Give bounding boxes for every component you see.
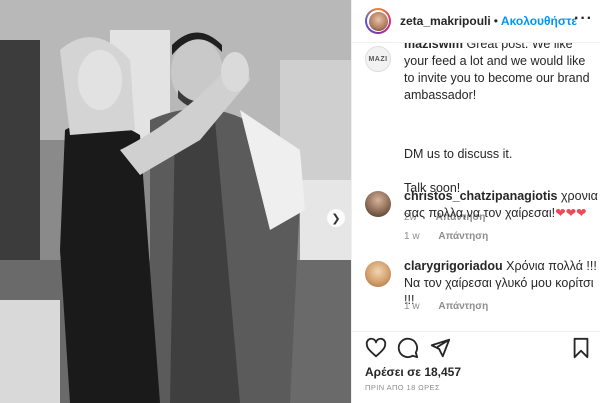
comment-meta: 1 w Απάντηση	[404, 231, 504, 242]
post-photo[interactable]: ❯	[0, 0, 351, 403]
carousel-next-button[interactable]: ❯	[327, 209, 345, 227]
comment-meta: 1 w Απάντηση	[404, 301, 504, 312]
comment-icon[interactable]	[397, 337, 419, 359]
more-options-icon[interactable]: ···	[574, 10, 593, 28]
reply-button[interactable]: Απάντηση	[438, 231, 488, 242]
comment-age: 1 w	[404, 231, 420, 242]
comment-username[interactable]: clarygrigoriadou	[404, 259, 503, 273]
bookmark-icon[interactable]	[570, 337, 592, 359]
separator-dot: •	[493, 14, 498, 28]
comment-text: christos_chatzipanagiotis χρονια σας πολ…	[404, 189, 598, 220]
author-username[interactable]: zeta_makripouli	[400, 14, 491, 28]
post-header: zeta_makripouli • Ακολουθήστε ···	[352, 0, 600, 43]
comments-list[interactable]: MAZI maziswim Great post. We like your f…	[352, 43, 600, 331]
post-timestamp[interactable]: ΠΡΙΝ ΑΠΟ 18 ΩΡΕΣ	[365, 383, 440, 392]
comment-age: 1 w	[404, 301, 420, 312]
photo-illustration	[0, 0, 351, 403]
commenter-avatar[interactable]	[365, 261, 391, 287]
comment-username[interactable]: maziswim	[404, 43, 463, 51]
likes-count[interactable]: Αρέσει σε 18,457	[365, 365, 461, 379]
follow-button[interactable]: Ακολουθήστε	[501, 14, 577, 28]
commenter-avatar[interactable]	[365, 191, 391, 217]
author-avatar[interactable]	[365, 8, 391, 34]
comment-username[interactable]: christos_chatzipanagiotis	[404, 189, 558, 203]
post-details-panel: zeta_makripouli • Ακολουθήστε ··· MAZI m…	[351, 0, 600, 403]
heart-icon[interactable]	[365, 337, 387, 359]
comment-text-line: DM us to discuss it.	[404, 147, 513, 161]
heart-emojis: ❤❤❤	[555, 206, 587, 220]
share-icon[interactable]	[429, 337, 451, 359]
commenter-avatar[interactable]: MAZI	[365, 46, 391, 72]
reply-button[interactable]: Απάντηση	[438, 301, 488, 312]
post-actions-bar	[352, 331, 600, 361]
comment-text: maziswim Great post. We like your feed a…	[404, 43, 599, 104]
